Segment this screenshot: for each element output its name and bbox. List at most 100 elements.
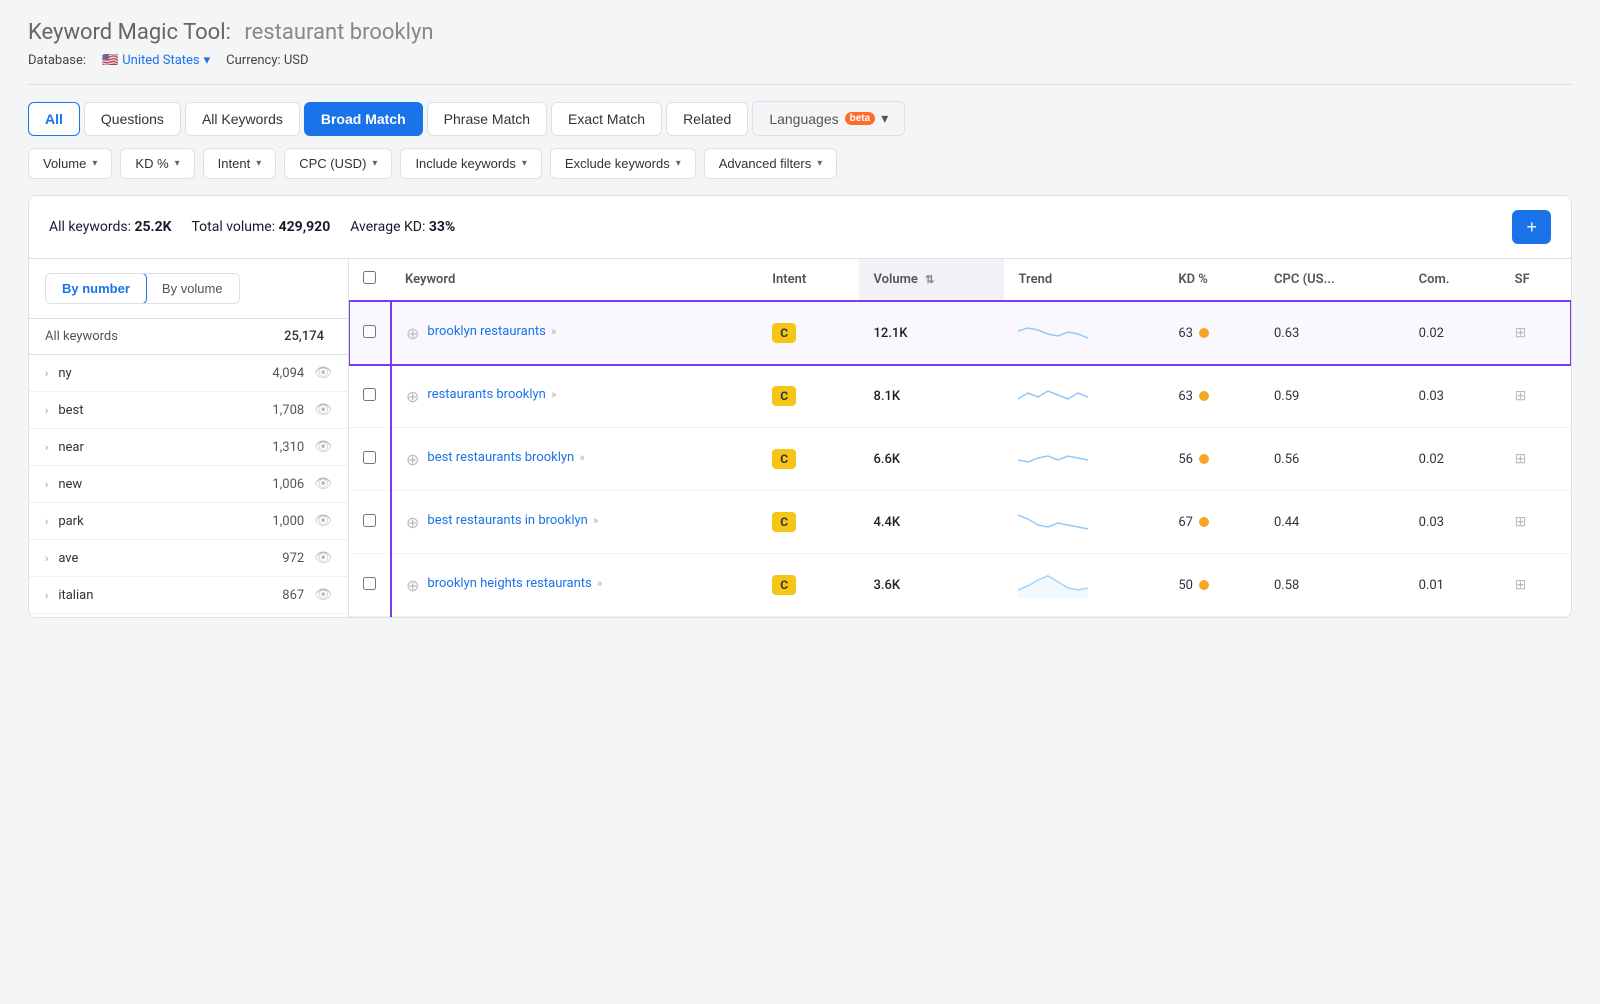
languages-label: Languages xyxy=(769,111,838,127)
eye-icon[interactable]: 👁 xyxy=(314,550,332,566)
td-checkbox xyxy=(349,554,391,617)
keyword-link[interactable]: restaurants brooklyn xyxy=(427,387,545,402)
serp-features-icon[interactable]: ⊞ xyxy=(1515,388,1527,404)
toggle-group: By number By volume xyxy=(45,273,240,304)
row-checkbox[interactable] xyxy=(363,451,376,464)
chevron-down-icon: ▾ xyxy=(817,158,822,169)
serp-features-icon[interactable]: ⊞ xyxy=(1515,577,1527,593)
eye-icon[interactable]: 👁 xyxy=(314,513,332,529)
th-com: Com. xyxy=(1405,259,1501,301)
trend-chart xyxy=(1018,442,1088,472)
filter-volume[interactable]: Volume ▾ xyxy=(28,148,112,179)
serp-features-icon[interactable]: ⊞ xyxy=(1515,514,1527,530)
tab-all[interactable]: All xyxy=(28,102,80,136)
filter-include-keywords[interactable]: Include keywords ▾ xyxy=(400,148,541,179)
chevron-down-icon: ▾ xyxy=(175,158,180,169)
keyword-link[interactable]: brooklyn heights restaurants xyxy=(427,576,591,591)
add-keyword-icon[interactable]: ⊕ xyxy=(406,387,419,406)
row-checkbox[interactable] xyxy=(363,514,376,527)
tab-phrase-match[interactable]: Phrase Match xyxy=(427,102,547,136)
chevron-down-icon: ▾ xyxy=(881,110,888,127)
kd-value: 67 xyxy=(1178,515,1193,530)
filter-exclude-keywords[interactable]: Exclude keywords ▾ xyxy=(550,148,696,179)
main-card: All keywords: 25.2K Total volume: 429,92… xyxy=(28,195,1572,618)
serp-features-icon[interactable]: ⊞ xyxy=(1515,325,1527,341)
forward-arrows-icon: » xyxy=(593,514,598,527)
list-item[interactable]: › italian 867 👁 xyxy=(29,577,348,614)
kd-dot xyxy=(1199,454,1209,464)
tab-related[interactable]: Related xyxy=(666,102,748,136)
list-item[interactable]: › new 1,006 👁 xyxy=(29,466,348,503)
eye-icon[interactable]: 👁 xyxy=(314,402,332,418)
td-volume: 3.6K xyxy=(859,554,1004,617)
filter-kd[interactable]: KD % ▾ xyxy=(120,148,194,179)
avg-kd-stat: Average KD: 33% xyxy=(350,219,455,235)
filter-advanced[interactable]: Advanced filters ▾ xyxy=(704,148,838,179)
th-checkbox xyxy=(349,259,391,301)
tab-exact-match[interactable]: Exact Match xyxy=(551,102,662,136)
volume-value: 12.1K xyxy=(873,326,907,341)
keyword-link[interactable]: brooklyn restaurants xyxy=(427,324,545,339)
country-selector[interactable]: 🇺🇸 United States ▾ xyxy=(102,53,210,68)
row-checkbox[interactable] xyxy=(363,388,376,401)
add-keyword-icon[interactable]: ⊕ xyxy=(406,513,419,532)
add-keyword-icon[interactable]: ⊕ xyxy=(406,450,419,469)
all-keywords-label: All keywords xyxy=(45,329,284,344)
stats-bar: All keywords: 25.2K Total volume: 429,92… xyxy=(29,196,1571,259)
list-item[interactable]: › ny 4,094 👁 xyxy=(29,355,348,392)
tab-questions[interactable]: Questions xyxy=(84,102,181,136)
keyword-link[interactable]: best restaurants in brooklyn xyxy=(427,513,587,528)
add-keyword-icon[interactable]: ⊕ xyxy=(406,576,419,595)
add-keyword-icon[interactable]: ⊕ xyxy=(406,324,419,343)
header-divider xyxy=(28,84,1572,85)
forward-arrows-icon: » xyxy=(597,577,602,590)
list-item[interactable]: › park 1,000 👁 xyxy=(29,503,348,540)
list-item[interactable]: › ave 972 👁 xyxy=(29,540,348,577)
td-sf: ⊞ xyxy=(1501,491,1571,554)
eye-icon[interactable]: 👁 xyxy=(314,587,332,603)
volume-value: 6.6K xyxy=(873,452,900,467)
filter-kd-label: KD % xyxy=(135,156,168,171)
serp-features-icon[interactable]: ⊞ xyxy=(1515,451,1527,467)
list-item[interactable]: › near 1,310 👁 xyxy=(29,429,348,466)
filter-cpc[interactable]: CPC (USD) ▾ xyxy=(284,148,392,179)
row-checkbox[interactable] xyxy=(363,325,376,338)
trend-chart xyxy=(1018,568,1088,598)
td-sf: ⊞ xyxy=(1501,428,1571,491)
kd-value: 56 xyxy=(1178,452,1193,467)
kd-value: 50 xyxy=(1178,578,1193,593)
content-section: All keywords: 25.2K Total volume: 429,92… xyxy=(0,195,1600,646)
tabs-row: All Questions All Keywords Broad Match P… xyxy=(28,101,1572,136)
toggle-by-number[interactable]: By number xyxy=(45,273,147,304)
toggle-by-volume[interactable]: By volume xyxy=(146,274,239,303)
trend-chart xyxy=(1018,316,1088,346)
eye-icon[interactable]: 👁 xyxy=(314,365,332,381)
kd-value: 63 xyxy=(1178,389,1193,404)
th-volume[interactable]: Volume ⇅ xyxy=(859,259,1004,301)
select-all-checkbox[interactable] xyxy=(363,271,376,284)
table-wrapper: Keyword Intent Volume ⇅ Trend KD % CPC (… xyxy=(349,259,1571,617)
eye-icon[interactable]: 👁 xyxy=(314,439,332,455)
expand-icon: › xyxy=(45,515,48,528)
keyword-link[interactable]: best restaurants brooklyn xyxy=(427,450,574,465)
expand-icon: › xyxy=(45,367,48,380)
tab-all-keywords[interactable]: All Keywords xyxy=(185,102,300,136)
list-item[interactable]: › best 1,708 👁 xyxy=(29,392,348,429)
row-checkbox[interactable] xyxy=(363,577,376,590)
eye-icon[interactable]: 👁 xyxy=(314,476,332,492)
td-cpc: 0.59 xyxy=(1260,365,1405,428)
td-intent: C xyxy=(758,365,859,428)
tab-broad-match[interactable]: Broad Match xyxy=(304,102,423,136)
filter-advanced-label: Advanced filters xyxy=(719,156,812,171)
th-keyword: Keyword xyxy=(391,259,758,301)
tab-languages[interactable]: Languages beta ▾ xyxy=(752,101,905,136)
td-kd: 63 xyxy=(1164,365,1260,428)
td-kd: 56 xyxy=(1164,428,1260,491)
group-label: best xyxy=(58,403,272,418)
add-button[interactable]: + xyxy=(1512,210,1551,244)
database-label: Database: xyxy=(28,53,86,68)
group-count: 972 xyxy=(282,551,304,566)
td-sf: ⊞ xyxy=(1501,301,1571,365)
group-count: 4,094 xyxy=(272,366,304,381)
filter-intent[interactable]: Intent ▾ xyxy=(203,148,277,179)
